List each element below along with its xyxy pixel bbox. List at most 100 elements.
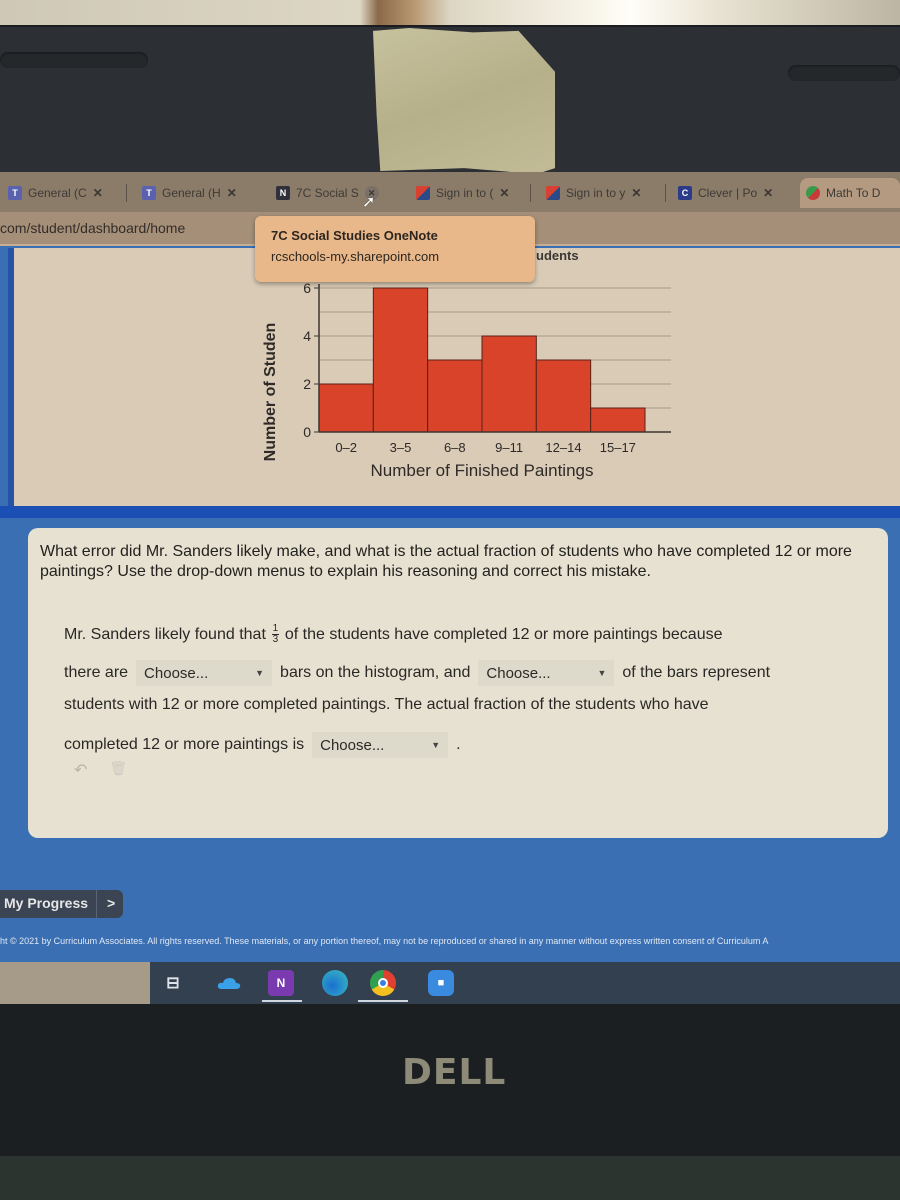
tooltip-url: rcschools-my.sharepoint.com: [271, 249, 440, 264]
tab-separator: [126, 184, 127, 202]
histogram-bar-0-2: [318, 383, 374, 433]
dropdown-value: Choose...: [320, 736, 385, 754]
tab-separator: [530, 184, 531, 202]
edge-icon[interactable]: [322, 970, 348, 996]
x-tick-label: 6–8: [444, 440, 466, 455]
photo-scene: T General (C ✕ T General (H ✕ N 7C Socia…: [0, 0, 900, 1200]
windows-taskbar: ⊟ N ■: [0, 962, 900, 1004]
tab-label: Sign in to (: [436, 186, 494, 200]
tab-clever[interactable]: C Clever | Po ✕: [672, 178, 779, 208]
x-tick-label: 9–11: [495, 440, 523, 455]
tab-label: 7C Social S: [296, 186, 359, 200]
tab-sign-in-1[interactable]: Sign in to ( ✕: [410, 178, 515, 208]
answer-line-1: Mr. Sanders likely found that 1 3 of the…: [64, 624, 723, 645]
tab-sign-in-2[interactable]: Sign in to y ✕: [540, 178, 647, 208]
close-icon[interactable]: ✕: [93, 186, 103, 200]
x-axis-label: Number of Finished Paintings: [370, 461, 593, 480]
mouse-cursor-icon: ➚: [362, 194, 376, 211]
y-tick-label: 6: [303, 280, 311, 296]
chart-title-fragment: udents: [536, 248, 579, 263]
histogram-chart: 0 2 4 6 0–2 3–5 6–8 9–11 12–14 15–17 Number of Fin…: [262, 280, 671, 480]
screen: T General (C ✕ T General (H ✕ N 7C Socia…: [0, 172, 900, 1004]
answer-line-3: students with 12 or more completed paint…: [64, 696, 709, 714]
answer-text: there are: [64, 664, 129, 681]
close-icon[interactable]: ✕: [631, 186, 641, 200]
laptop-hinge: [0, 1156, 900, 1200]
answer-text: students with 12 or more completed paint…: [64, 696, 709, 713]
histogram-bar-9-11: [481, 335, 537, 433]
dropdown-value: Choose...: [144, 664, 209, 682]
answer-text: of the students have completed 12 or mor…: [284, 625, 723, 643]
office-icon: [546, 186, 560, 200]
dropdown-bars-represent[interactable]: Choose... ▼: [478, 660, 615, 686]
my-progress-label: My Progress: [4, 895, 89, 911]
answer-text: .: [456, 736, 461, 753]
close-icon[interactable]: ✕: [763, 186, 773, 200]
dropdown-arrow-icon: ▼: [597, 668, 607, 678]
fraction-numerator: 1: [272, 623, 279, 634]
tab-math[interactable]: Math To D: [800, 178, 900, 208]
tab-general-h[interactable]: T General (H ✕: [136, 178, 243, 208]
tab-label: Clever | Po: [698, 186, 758, 200]
dropdown-bar-count[interactable]: Choose... ▼: [136, 660, 273, 686]
answer-text: bars on the histogram, and: [280, 664, 471, 681]
histogram-bar-15-17: [590, 407, 646, 433]
copyright-notice: ht © 2021 by Curriculum Associates. All …: [0, 936, 769, 946]
section-divider: [0, 506, 900, 518]
zoom-icon[interactable]: ■: [428, 970, 454, 996]
x-tick-label: 3–5: [390, 440, 412, 455]
y-tick-label: 0: [303, 424, 311, 440]
chevron-right-icon: >: [96, 890, 123, 918]
url-text: com/student/dashboard/home: [0, 220, 186, 236]
histogram-bar-6-8: [427, 359, 483, 433]
answer-text: completed 12 or more paintings is: [64, 736, 305, 753]
y-axis-label: Number of Studen: [262, 323, 279, 462]
teams-icon: T: [8, 186, 22, 200]
question-prompt: What error did Mr. Sanders likely make, …: [40, 543, 852, 580]
fraction-denominator: 3: [272, 634, 279, 645]
close-icon[interactable]: ✕: [227, 186, 237, 200]
webcam-tape: [373, 28, 555, 174]
my-progress-button[interactable]: My Progress >: [0, 890, 124, 918]
x-tick-label: 0–2: [335, 440, 357, 455]
undo-icon[interactable]: ↶: [74, 760, 87, 780]
tab-hover-tooltip: 7C Social Studies OneNote rcschools-my.s…: [255, 216, 535, 282]
task-view-icon[interactable]: ⊟: [160, 970, 186, 996]
histogram-bar-12-14: [535, 359, 592, 433]
answer-tools: ↶ 🗑: [74, 760, 127, 780]
active-indicator: [358, 1000, 408, 1002]
tab-general-c[interactable]: T General (C ✕: [2, 178, 109, 208]
tab-label: General (H: [162, 186, 221, 200]
answer-line-4: completed 12 or more paintings is Choose…: [64, 732, 461, 758]
teams-icon: T: [142, 186, 156, 200]
answer-text: Mr. Sanders likely found that: [64, 625, 266, 643]
chrome-icon[interactable]: [370, 970, 396, 996]
onenote-icon[interactable]: N: [268, 970, 294, 996]
histogram-bar-3-5: [372, 287, 429, 433]
bezel-slot-right: [788, 65, 900, 81]
dropdown-arrow-icon: ▼: [431, 740, 441, 750]
taskbar-search-area[interactable]: [0, 962, 150, 1004]
math-icon: [806, 186, 820, 200]
bezel-slot-left: [0, 52, 148, 68]
tab-label: General (C: [28, 186, 87, 200]
tab-label: Math To D: [826, 186, 881, 200]
dropdown-arrow-icon: ▼: [255, 668, 265, 678]
dropdown-actual-fraction[interactable]: Choose... ▼: [312, 732, 449, 758]
close-icon[interactable]: ✕: [499, 186, 509, 200]
tab-label: Sign in to y: [566, 186, 626, 200]
dropdown-value: Choose...: [486, 664, 551, 682]
answer-text: of the bars represent: [622, 664, 771, 681]
x-tick-label: 15–17: [600, 440, 636, 455]
clever-icon: C: [678, 186, 692, 200]
active-indicator: [262, 1000, 302, 1002]
tooltip-title: 7C Social Studies OneNote: [271, 228, 438, 243]
trash-icon[interactable]: 🗑: [109, 760, 127, 780]
office-icon: [416, 186, 430, 200]
y-tick-label: 4: [303, 328, 311, 344]
onedrive-icon[interactable]: [216, 970, 242, 996]
browser-tab-bar: T General (C ✕ T General (H ✕ N 7C Socia…: [0, 172, 900, 212]
onenote-icon: N: [276, 186, 290, 200]
answer-line-2: there are Choose... ▼ bars on the histog…: [64, 660, 770, 686]
tab-separator: [665, 184, 666, 202]
